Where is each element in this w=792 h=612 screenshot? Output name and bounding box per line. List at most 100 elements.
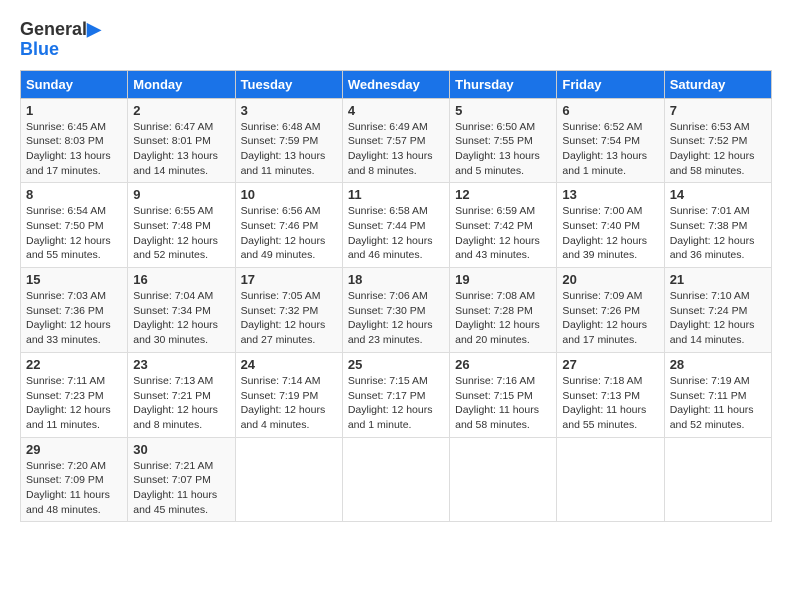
day-cell: 16 Sunrise: 7:04 AM Sunset: 7:34 PM Dayl… [128, 268, 235, 353]
day-detail: Sunrise: 7:01 AM Sunset: 7:38 PM Dayligh… [670, 204, 766, 263]
day-number: 21 [670, 272, 766, 287]
day-number: 13 [562, 187, 658, 202]
day-detail: Sunrise: 6:48 AM Sunset: 7:59 PM Dayligh… [241, 120, 337, 179]
day-cell: 1 Sunrise: 6:45 AM Sunset: 8:03 PM Dayli… [21, 98, 128, 183]
day-detail: Sunrise: 7:00 AM Sunset: 7:40 PM Dayligh… [562, 204, 658, 263]
day-cell: 22 Sunrise: 7:11 AM Sunset: 7:23 PM Dayl… [21, 352, 128, 437]
day-detail: Sunrise: 7:20 AM Sunset: 7:09 PM Dayligh… [26, 459, 122, 518]
day-cell: 3 Sunrise: 6:48 AM Sunset: 7:59 PM Dayli… [235, 98, 342, 183]
day-cell: 8 Sunrise: 6:54 AM Sunset: 7:50 PM Dayli… [21, 183, 128, 268]
day-detail: Sunrise: 7:14 AM Sunset: 7:19 PM Dayligh… [241, 374, 337, 433]
page-header: General▶ Blue [20, 20, 772, 60]
day-cell: 23 Sunrise: 7:13 AM Sunset: 7:21 PM Dayl… [128, 352, 235, 437]
day-detail: Sunrise: 7:11 AM Sunset: 7:23 PM Dayligh… [26, 374, 122, 433]
header-cell-wednesday: Wednesday [342, 70, 449, 98]
day-detail: Sunrise: 7:09 AM Sunset: 7:26 PM Dayligh… [562, 289, 658, 348]
day-number: 24 [241, 357, 337, 372]
day-detail: Sunrise: 7:15 AM Sunset: 7:17 PM Dayligh… [348, 374, 444, 433]
day-cell: 24 Sunrise: 7:14 AM Sunset: 7:19 PM Dayl… [235, 352, 342, 437]
day-detail: Sunrise: 6:50 AM Sunset: 7:55 PM Dayligh… [455, 120, 551, 179]
logo-container: General▶ Blue [20, 20, 101, 60]
day-cell: 20 Sunrise: 7:09 AM Sunset: 7:26 PM Dayl… [557, 268, 664, 353]
week-row-3: 15 Sunrise: 7:03 AM Sunset: 7:36 PM Dayl… [21, 268, 772, 353]
week-row-2: 8 Sunrise: 6:54 AM Sunset: 7:50 PM Dayli… [21, 183, 772, 268]
day-number: 22 [26, 357, 122, 372]
day-cell: 14 Sunrise: 7:01 AM Sunset: 7:38 PM Dayl… [664, 183, 771, 268]
day-cell [235, 437, 342, 522]
day-number: 25 [348, 357, 444, 372]
day-number: 14 [670, 187, 766, 202]
day-detail: Sunrise: 7:06 AM Sunset: 7:30 PM Dayligh… [348, 289, 444, 348]
day-cell [557, 437, 664, 522]
day-detail: Sunrise: 7:05 AM Sunset: 7:32 PM Dayligh… [241, 289, 337, 348]
day-cell: 6 Sunrise: 6:52 AM Sunset: 7:54 PM Dayli… [557, 98, 664, 183]
day-cell: 9 Sunrise: 6:55 AM Sunset: 7:48 PM Dayli… [128, 183, 235, 268]
header-cell-thursday: Thursday [450, 70, 557, 98]
day-cell: 17 Sunrise: 7:05 AM Sunset: 7:32 PM Dayl… [235, 268, 342, 353]
week-row-1: 1 Sunrise: 6:45 AM Sunset: 8:03 PM Dayli… [21, 98, 772, 183]
day-number: 3 [241, 103, 337, 118]
logo-blue: Blue [20, 40, 101, 60]
day-cell: 25 Sunrise: 7:15 AM Sunset: 7:17 PM Dayl… [342, 352, 449, 437]
day-detail: Sunrise: 6:56 AM Sunset: 7:46 PM Dayligh… [241, 204, 337, 263]
day-number: 7 [670, 103, 766, 118]
day-detail: Sunrise: 6:53 AM Sunset: 7:52 PM Dayligh… [670, 120, 766, 179]
day-number: 20 [562, 272, 658, 287]
day-number: 11 [348, 187, 444, 202]
day-detail: Sunrise: 6:59 AM Sunset: 7:42 PM Dayligh… [455, 204, 551, 263]
day-number: 12 [455, 187, 551, 202]
day-cell [664, 437, 771, 522]
logo-general: General▶ [20, 20, 101, 40]
day-detail: Sunrise: 7:13 AM Sunset: 7:21 PM Dayligh… [133, 374, 229, 433]
day-number: 1 [26, 103, 122, 118]
day-number: 10 [241, 187, 337, 202]
day-detail: Sunrise: 7:16 AM Sunset: 7:15 PM Dayligh… [455, 374, 551, 433]
day-number: 8 [26, 187, 122, 202]
day-number: 5 [455, 103, 551, 118]
day-detail: Sunrise: 6:58 AM Sunset: 7:44 PM Dayligh… [348, 204, 444, 263]
day-detail: Sunrise: 6:52 AM Sunset: 7:54 PM Dayligh… [562, 120, 658, 179]
day-cell: 26 Sunrise: 7:16 AM Sunset: 7:15 PM Dayl… [450, 352, 557, 437]
day-number: 27 [562, 357, 658, 372]
day-cell [450, 437, 557, 522]
day-number: 6 [562, 103, 658, 118]
day-cell: 18 Sunrise: 7:06 AM Sunset: 7:30 PM Dayl… [342, 268, 449, 353]
day-number: 28 [670, 357, 766, 372]
day-cell: 10 Sunrise: 6:56 AM Sunset: 7:46 PM Dayl… [235, 183, 342, 268]
day-detail: Sunrise: 7:19 AM Sunset: 7:11 PM Dayligh… [670, 374, 766, 433]
day-cell: 21 Sunrise: 7:10 AM Sunset: 7:24 PM Dayl… [664, 268, 771, 353]
day-detail: Sunrise: 7:18 AM Sunset: 7:13 PM Dayligh… [562, 374, 658, 433]
day-number: 29 [26, 442, 122, 457]
day-cell: 15 Sunrise: 7:03 AM Sunset: 7:36 PM Dayl… [21, 268, 128, 353]
week-row-5: 29 Sunrise: 7:20 AM Sunset: 7:09 PM Dayl… [21, 437, 772, 522]
day-cell: 27 Sunrise: 7:18 AM Sunset: 7:13 PM Dayl… [557, 352, 664, 437]
day-cell [342, 437, 449, 522]
day-number: 15 [26, 272, 122, 287]
day-cell: 12 Sunrise: 6:59 AM Sunset: 7:42 PM Dayl… [450, 183, 557, 268]
day-cell: 5 Sunrise: 6:50 AM Sunset: 7:55 PM Dayli… [450, 98, 557, 183]
header-row: SundayMondayTuesdayWednesdayThursdayFrid… [21, 70, 772, 98]
day-cell: 7 Sunrise: 6:53 AM Sunset: 7:52 PM Dayli… [664, 98, 771, 183]
day-number: 19 [455, 272, 551, 287]
day-cell: 13 Sunrise: 7:00 AM Sunset: 7:40 PM Dayl… [557, 183, 664, 268]
header-cell-tuesday: Tuesday [235, 70, 342, 98]
day-number: 26 [455, 357, 551, 372]
day-number: 23 [133, 357, 229, 372]
header-cell-saturday: Saturday [664, 70, 771, 98]
day-detail: Sunrise: 7:08 AM Sunset: 7:28 PM Dayligh… [455, 289, 551, 348]
day-number: 2 [133, 103, 229, 118]
day-detail: Sunrise: 6:54 AM Sunset: 7:50 PM Dayligh… [26, 204, 122, 263]
day-number: 4 [348, 103, 444, 118]
day-cell: 11 Sunrise: 6:58 AM Sunset: 7:44 PM Dayl… [342, 183, 449, 268]
header-cell-friday: Friday [557, 70, 664, 98]
day-number: 17 [241, 272, 337, 287]
day-cell: 29 Sunrise: 7:20 AM Sunset: 7:09 PM Dayl… [21, 437, 128, 522]
day-detail: Sunrise: 7:04 AM Sunset: 7:34 PM Dayligh… [133, 289, 229, 348]
day-cell: 28 Sunrise: 7:19 AM Sunset: 7:11 PM Dayl… [664, 352, 771, 437]
day-detail: Sunrise: 6:55 AM Sunset: 7:48 PM Dayligh… [133, 204, 229, 263]
day-number: 9 [133, 187, 229, 202]
week-row-4: 22 Sunrise: 7:11 AM Sunset: 7:23 PM Dayl… [21, 352, 772, 437]
day-detail: Sunrise: 7:03 AM Sunset: 7:36 PM Dayligh… [26, 289, 122, 348]
day-number: 30 [133, 442, 229, 457]
header-cell-sunday: Sunday [21, 70, 128, 98]
